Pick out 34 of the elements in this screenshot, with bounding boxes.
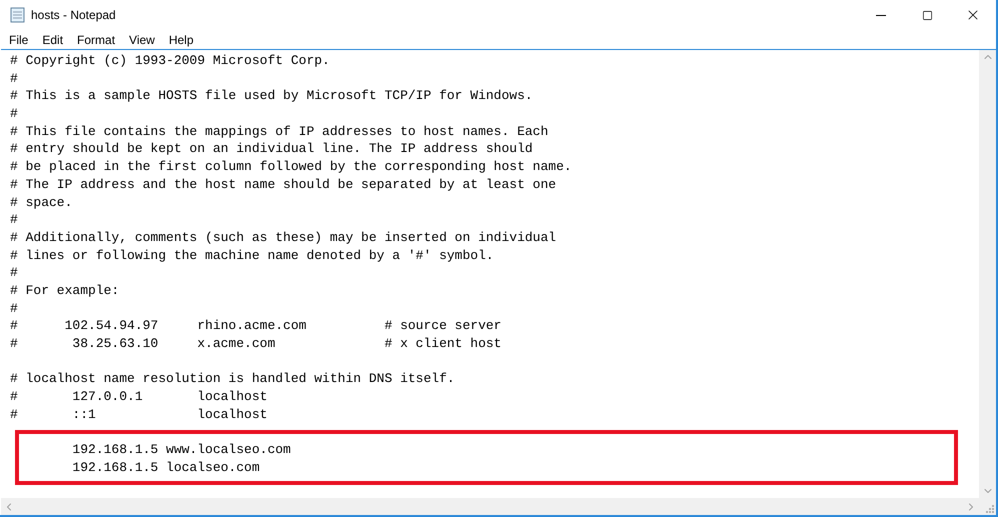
window-title: hosts - Notepad xyxy=(31,7,116,24)
code-line: # xyxy=(10,105,18,123)
code-line: # Additionally, comments (such as these) may be inserted on individual xyxy=(10,228,556,247)
code-line: # space. xyxy=(10,194,72,212)
resize-grip-icon[interactable] xyxy=(986,505,994,513)
code-line: 192.168.1.5 www.localseo.com xyxy=(71,441,291,459)
menu-item[interactable]: Format xyxy=(70,30,122,49)
code-line: # This file contains the mappings of IP addresses to host names. Each xyxy=(10,122,548,140)
code-line: # entry should be kept on an individual line. The IP address should xyxy=(10,140,533,158)
code-line: 192.168.1.5 localseo.com xyxy=(71,458,260,476)
code-line: # The IP address and the host name should be separated by at least one xyxy=(10,176,556,194)
code-line: # 102.54.94.97 rhino.acme.com # source server xyxy=(10,317,502,335)
maximize-icon xyxy=(922,10,932,20)
menu-item[interactable]: Edit xyxy=(35,30,70,49)
code-line: # Copyright (c) 1993-2009 Microsoft Corp. xyxy=(10,52,330,70)
vertical-scrollbar[interactable] xyxy=(979,50,996,498)
code-line: # xyxy=(10,70,18,88)
menu-item[interactable]: File xyxy=(2,30,36,49)
code-line: # xyxy=(10,300,18,318)
horizontal-scrollbar[interactable] xyxy=(1,498,979,515)
menu-item[interactable]: Help xyxy=(162,30,201,49)
code-line: # 127.0.0.1 localhost xyxy=(10,388,268,406)
code-line: # localhost name resolution is handled within DNS itself. xyxy=(10,370,455,388)
code-line: # xyxy=(10,211,18,229)
code-line: # This is a sample HOSTS file used by Microsoft TCP/IP for Windows. xyxy=(10,87,533,106)
code-line: # xyxy=(10,264,18,282)
code-line: # ::1 localhost xyxy=(10,406,268,424)
minimize-icon xyxy=(876,14,886,16)
code-line: # be placed in the first column followed by the corresponding host name. xyxy=(10,158,572,176)
code-line: # For example: xyxy=(10,282,120,300)
code-line: # 38.25.63.10 x.acme.com # x client host xyxy=(10,335,502,353)
menu-item[interactable]: View xyxy=(122,30,162,49)
code-line: # lines or following the machine name denoted by a '#' symbol. xyxy=(10,246,494,264)
notepad-icon xyxy=(10,7,25,23)
